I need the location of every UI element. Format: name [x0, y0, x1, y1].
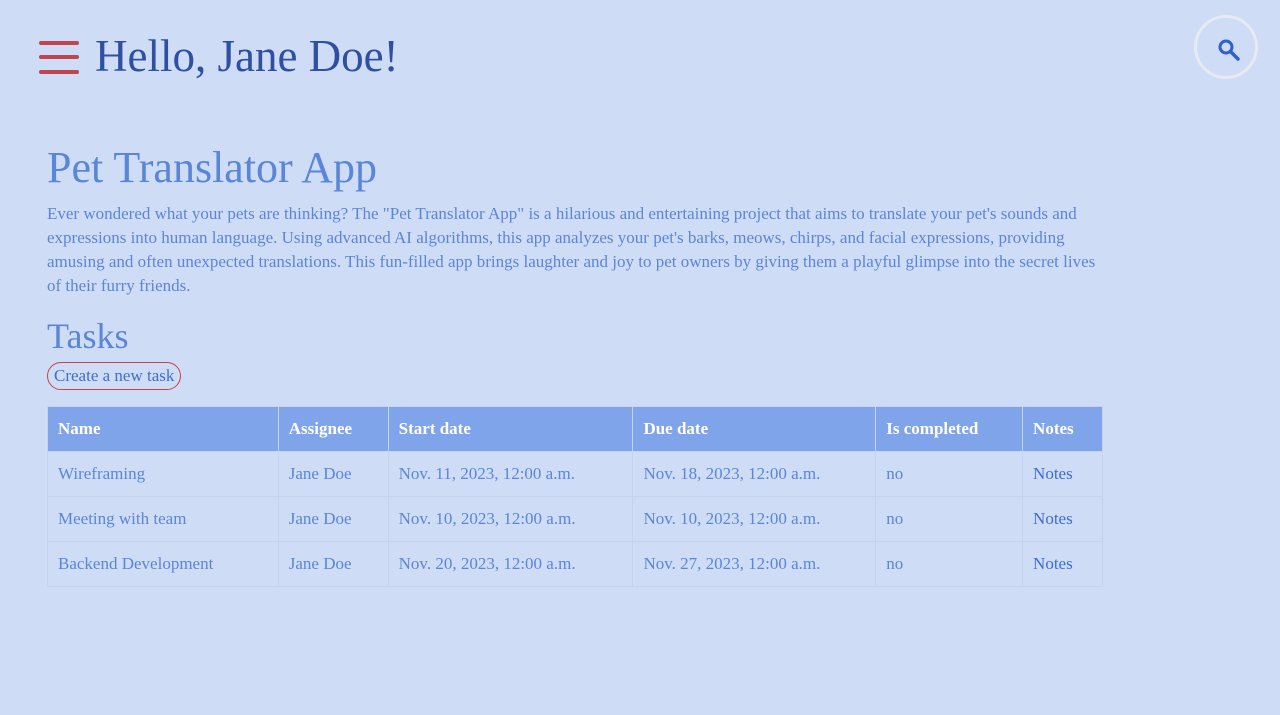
task-assignee: Jane Doe	[277, 496, 389, 542]
column-header-notes: Notes	[1022, 406, 1103, 452]
search-button[interactable]	[1194, 15, 1258, 79]
task-due-date: Nov. 10, 2023, 12:00 a.m.	[632, 496, 877, 542]
create-task-button[interactable]: Create a new task	[47, 362, 182, 390]
search-icon	[1218, 39, 1240, 61]
menu-button[interactable]	[39, 41, 79, 74]
task-start-date: Nov. 20, 2023, 12:00 a.m.	[387, 541, 634, 587]
task-name: Meeting with team	[47, 496, 279, 542]
task-notes-cell: Notes	[1022, 451, 1103, 497]
task-due-date: Nov. 18, 2023, 12:00 a.m.	[632, 451, 877, 497]
project-title: Pet Translator App	[47, 143, 378, 192]
task-is-completed: no	[875, 541, 1024, 587]
task-is-completed: no	[875, 496, 1024, 542]
column-header-assignee: Assignee	[277, 406, 389, 452]
table-row: Meeting with team Jane Doe Nov. 10, 2023…	[47, 496, 1103, 542]
hamburger-menu-icon-bar	[39, 41, 79, 45]
greeting-title: Hello, Jane Doe!	[95, 31, 399, 81]
table-row: Backend Development Jane Doe Nov. 20, 20…	[47, 541, 1103, 587]
project-description: Ever wondered what your pets are thinkin…	[47, 204, 1096, 295]
task-notes-link[interactable]: Notes	[1033, 554, 1073, 573]
task-name: Backend Development	[47, 541, 279, 587]
tasks-heading: Tasks	[47, 316, 129, 356]
column-header-name: Name	[47, 406, 279, 452]
task-notes-link[interactable]: Notes	[1033, 464, 1073, 483]
table-header-row: Name Assignee Start date Due date Is com…	[47, 406, 1103, 452]
hamburger-menu-icon-bar	[39, 55, 79, 59]
task-assignee: Jane Doe	[277, 451, 389, 497]
task-is-completed: no	[875, 451, 1024, 497]
task-due-date: Nov. 27, 2023, 12:00 a.m.	[632, 541, 877, 587]
task-notes-cell: Notes	[1022, 541, 1103, 587]
tasks-table: Name Assignee Start date Due date Is com…	[47, 406, 1103, 587]
table-row: Wireframing Jane Doe Nov. 11, 2023, 12:0…	[47, 451, 1103, 497]
main-content: Pet Translator App Ever wondered what yo…	[47, 140, 1107, 587]
task-notes-cell: Notes	[1022, 496, 1103, 542]
column-header-due-date: Due date	[632, 406, 877, 452]
hamburger-menu-icon-bar	[39, 70, 79, 74]
task-name: Wireframing	[47, 451, 279, 497]
task-start-date: Nov. 11, 2023, 12:00 a.m.	[387, 451, 634, 497]
task-notes-link[interactable]: Notes	[1033, 509, 1073, 528]
column-header-is-completed: Is completed	[875, 406, 1024, 452]
task-assignee: Jane Doe	[277, 541, 389, 587]
task-start-date: Nov. 10, 2023, 12:00 a.m.	[387, 496, 634, 542]
column-header-start-date: Start date	[387, 406, 634, 452]
